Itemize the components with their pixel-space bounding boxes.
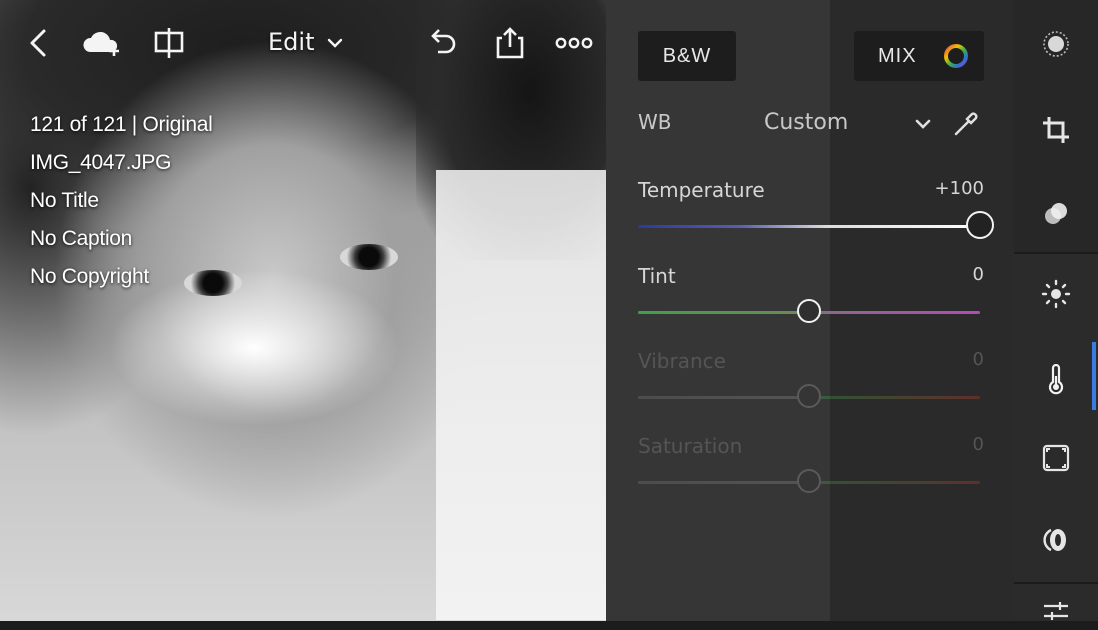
wb-value: Custom: [764, 110, 849, 135]
mix-button[interactable]: MIX: [854, 31, 984, 81]
photo-info-overlay: 121 of 121 | Original IMG_4047.JPG No Ti…: [30, 106, 213, 296]
light-icon[interactable]: [1040, 278, 1072, 310]
back-chevron-icon[interactable]: [22, 26, 58, 60]
bw-button[interactable]: B&W: [638, 31, 736, 81]
tint-label: Tint: [638, 264, 676, 288]
temperature-label: Temperature: [638, 178, 765, 202]
selective-mask-icon[interactable]: [1040, 28, 1072, 60]
tool-rail: [1014, 0, 1098, 621]
vibrance-label: Vibrance: [638, 349, 726, 373]
effects-vignette-icon[interactable]: [1040, 442, 1072, 474]
photo-eye-right: [340, 244, 398, 270]
saturation-slider-row: Saturation 0: [638, 434, 984, 504]
undo-icon[interactable]: [424, 26, 460, 60]
mix-button-label: MIX: [878, 44, 917, 67]
presets-sliders-icon[interactable]: [1040, 598, 1072, 630]
active-tool-indicator: [1092, 342, 1096, 410]
temperature-value[interactable]: +100: [935, 178, 984, 199]
healing-icon[interactable]: [1040, 198, 1072, 230]
temperature-slider-row: Temperature +100: [638, 178, 994, 248]
photo-title: No Title: [30, 189, 99, 212]
photo-copyright: No Copyright: [30, 265, 149, 288]
vibrance-slider-row: Vibrance 0: [638, 349, 984, 419]
vibrance-value: 0: [972, 349, 984, 370]
rail-divider: [1014, 252, 1098, 254]
top-toolbar: Edit: [0, 0, 606, 90]
photo-caption: No Caption: [30, 227, 133, 250]
temperature-track[interactable]: [638, 225, 980, 228]
crop-icon[interactable]: [1040, 114, 1072, 146]
edit-label: Edit: [268, 28, 315, 56]
saturation-value: 0: [972, 434, 984, 455]
tint-slider-row: Tint 0: [638, 264, 984, 334]
vibrance-thumb: [797, 384, 821, 408]
photo-background-region: [436, 170, 606, 620]
photo-filename: IMG_4047.JPG: [30, 151, 172, 174]
rail-divider: [1014, 582, 1098, 584]
wb-chevron-down-icon[interactable]: [914, 117, 932, 131]
edit-menu[interactable]: Edit: [268, 25, 344, 59]
color-temperature-icon[interactable]: [1040, 364, 1072, 396]
eyedropper-icon[interactable]: [952, 108, 982, 138]
wb-label: WB: [638, 110, 672, 134]
tint-value[interactable]: 0: [973, 264, 984, 285]
more-icon[interactable]: [554, 26, 594, 60]
temperature-thumb[interactable]: [966, 211, 994, 239]
wb-dropdown[interactable]: Custom: [764, 110, 848, 135]
saturation-thumb: [797, 469, 821, 493]
share-icon[interactable]: [492, 26, 528, 60]
chevron-down-icon: [327, 38, 343, 48]
photo-canvas[interactable]: [0, 0, 606, 621]
color-panel: B&W MIX WB Custom Temperature +100 Tint …: [606, 0, 1014, 621]
optics-lens-icon[interactable]: [1040, 524, 1072, 556]
tint-thumb[interactable]: [797, 299, 821, 323]
bw-button-label: B&W: [662, 44, 712, 67]
cloud-add-icon[interactable]: [82, 26, 124, 60]
compare-split-icon[interactable]: [152, 26, 188, 60]
color-wheel-icon: [943, 44, 968, 68]
photo-count: 121 of 121 | Original: [30, 113, 213, 136]
saturation-label: Saturation: [638, 434, 743, 458]
